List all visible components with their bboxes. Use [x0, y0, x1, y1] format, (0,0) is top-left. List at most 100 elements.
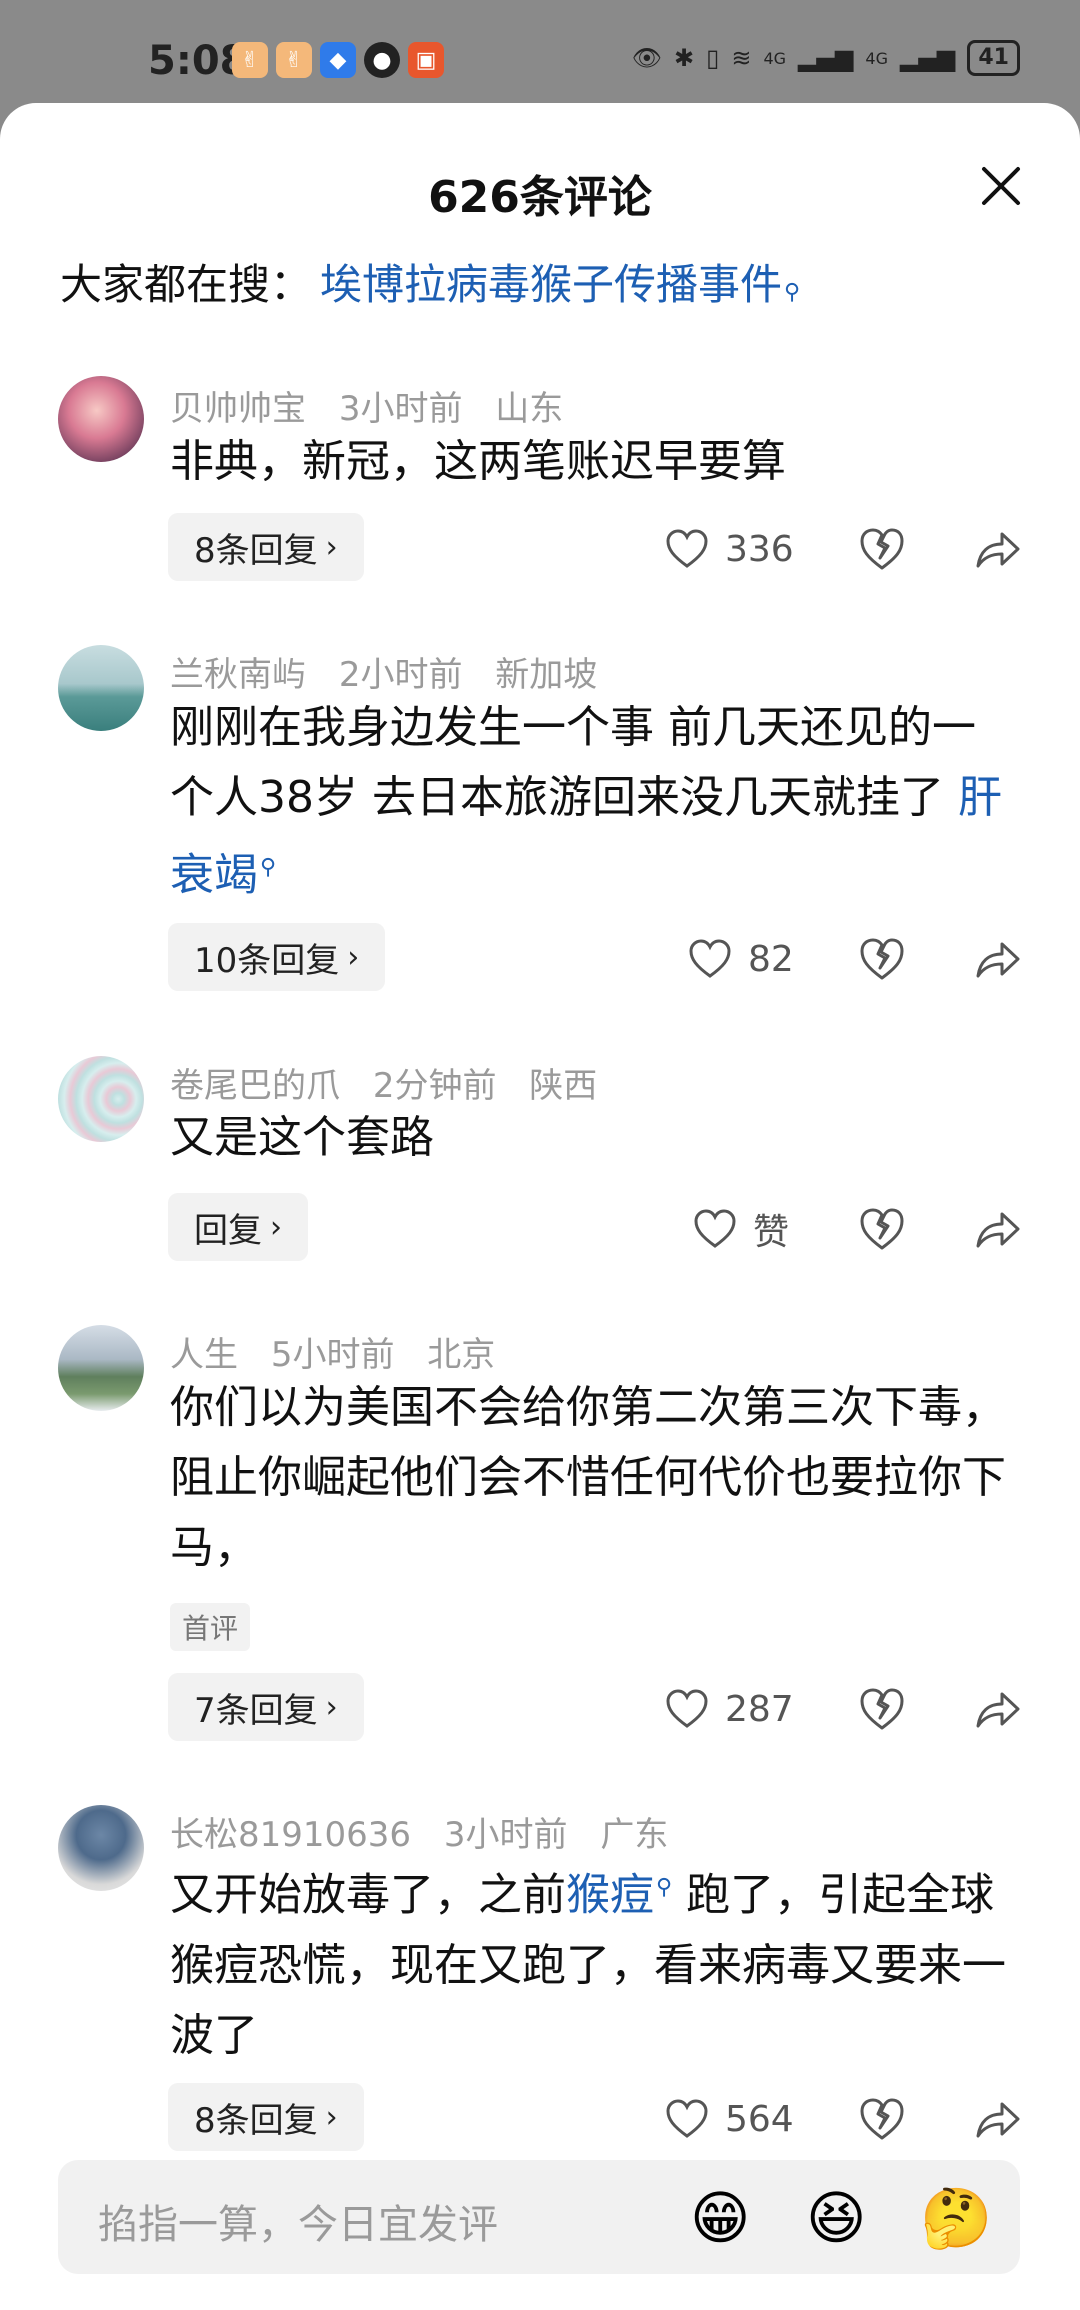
comment-input[interactable]: 掐指一算，今日宜发评 😁 😆 🤔	[58, 2160, 1020, 2274]
comment-text: 非典，新冠，这两笔账迟早要算	[170, 436, 786, 487]
heart-icon	[689, 939, 731, 978]
username[interactable]: 长松81910636	[170, 1815, 411, 1855]
dislike-icon[interactable]	[857, 524, 907, 574]
signal-icon: ▂▄▆	[798, 44, 854, 72]
close-icon[interactable]	[978, 163, 1024, 209]
like-count: 赞	[753, 1212, 790, 1253]
view-replies-button[interactable]: 10条回复 ›	[168, 923, 386, 991]
comment-meta: 贝帅帅宝 3小时前 山东	[170, 381, 585, 430]
like-button[interactable]: 82	[688, 929, 794, 989]
username[interactable]: 人生	[170, 1335, 238, 1375]
dislike-icon[interactable]	[857, 1684, 907, 1734]
avatar[interactable]	[58, 1325, 144, 1411]
bluetooth-icon: ✱	[674, 44, 695, 72]
share-icon[interactable]	[972, 1204, 1022, 1254]
replies-label: 8条回复	[194, 530, 318, 571]
laugh-emoji-icon[interactable]: 😆	[806, 2184, 866, 2252]
comment-text: 又开始放毒了，之前猴痘⚲ 跑了，引起全球猴痘恐慌，现在又跑了，看来病毒又要来一波…	[170, 1853, 1010, 2071]
chevron-right-icon: ›	[325, 1689, 338, 1725]
comment-time: 2分钟前	[372, 1066, 497, 1106]
replies-label: 10条回复	[194, 940, 340, 981]
comment-meta: 卷尾巴的爪 2分钟前 陕西	[170, 1058, 619, 1107]
avatar[interactable]	[58, 1805, 144, 1891]
hot-search-bar: 大家都在搜： 埃博拉病毒猴子传播事件 ⚲	[60, 251, 800, 312]
heart-icon	[666, 1689, 708, 1728]
status-bar: 5:08 ✌ ✌ ◆ ● ▣ 👁 ✱ ▯ ≋ 4G ▂▄▆ 4G ▂▄▆ 41	[0, 0, 1080, 110]
thinking-emoji-icon[interactable]: 🤔	[920, 2184, 992, 2253]
username[interactable]: 兰秋南屿	[170, 655, 306, 695]
like-count: 82	[748, 938, 794, 980]
shield-icon: ◆	[320, 42, 356, 78]
chevron-right-icon: ›	[325, 529, 338, 565]
comment-text: 你们以为美国不会给你第二次第三次下毒，阻止你崛起他们会不惜任何代价也要拉你下马，	[170, 1382, 1006, 1573]
wifi-icon: ≋	[731, 44, 752, 72]
like-button[interactable]: 564	[665, 2089, 794, 2149]
dislike-icon[interactable]	[857, 1204, 907, 1254]
chevron-right-icon: ›	[347, 939, 360, 975]
like-button[interactable]: 赞	[693, 1199, 789, 1259]
heart-icon	[694, 1209, 736, 1248]
comment-location: 广东	[600, 1815, 669, 1855]
comment-text-main: 又开始放毒了，之前	[170, 1869, 566, 1921]
comment-meta: 人生 5小时前 北京	[170, 1327, 517, 1376]
heart-icon	[666, 529, 708, 568]
dislike-icon[interactable]	[857, 2094, 907, 2144]
view-replies-button[interactable]: 8条回复 ›	[168, 513, 364, 581]
battery-indicator: 41	[967, 40, 1020, 76]
app-notification-icon: ✌	[276, 42, 312, 78]
status-app-icons: ✌ ✌ ◆ ● ▣	[232, 42, 444, 78]
comment-count-title: 626条评论	[428, 172, 652, 223]
keyword-link[interactable]: 猴痘	[566, 1870, 654, 1921]
input-placeholder: 掐指一算，今日宜发评	[98, 2202, 498, 2248]
signal-label-2: 4G	[865, 48, 888, 68]
comment-text-main: 刚刚在我身边发生一个事 前几天还见的一个人38岁 去日本旅游回来没几天就挂了	[170, 702, 976, 823]
avatar[interactable]	[58, 376, 144, 462]
eye-icon: 👁	[631, 44, 663, 72]
comment-time: 2小时前	[338, 655, 463, 695]
comment-text: 又是这个套路	[170, 1112, 434, 1163]
chevron-right-icon: ›	[325, 2099, 338, 2135]
like-button[interactable]: 287	[665, 1679, 794, 1739]
comment-time: 5小时前	[270, 1335, 395, 1375]
share-icon[interactable]	[972, 524, 1022, 574]
grin-emoji-icon[interactable]: 😁	[690, 2184, 750, 2252]
view-replies-button[interactable]: 7条回复 ›	[168, 1673, 364, 1741]
comment-meta: 兰秋南屿 2小时前 新加坡	[170, 647, 619, 696]
heart-icon	[666, 2099, 708, 2138]
hot-search-prefix: 大家都在搜：	[60, 260, 313, 309]
comment-location: 北京	[427, 1335, 496, 1375]
search-icon: ⚲	[784, 280, 801, 305]
comment-time: 3小时前	[338, 389, 463, 429]
comment-location: 陕西	[529, 1066, 598, 1106]
share-icon[interactable]	[972, 1684, 1022, 1734]
comment-time: 3小时前	[443, 1815, 568, 1855]
first-comment-badge: 首评	[170, 1603, 251, 1651]
like-button[interactable]: 336	[665, 519, 794, 579]
avatar[interactable]	[58, 1056, 144, 1142]
comments-sheet: 626条评论 大家都在搜： 埃博拉病毒猴子传播事件 ⚲ 贝帅帅宝 3小时前 山东…	[0, 103, 1080, 2310]
hot-search-link[interactable]: 埃博拉病毒猴子传播事件	[320, 251, 782, 312]
username[interactable]: 贝帅帅宝	[170, 389, 306, 429]
app-notification-icon: ▣	[408, 42, 444, 78]
comment-meta: 长松81910636 3小时前 广东	[170, 1807, 690, 1856]
avatar[interactable]	[58, 645, 144, 731]
search-icon: ⚲	[656, 1875, 673, 1900]
comment-location: 新加坡	[495, 655, 598, 695]
view-replies-button[interactable]: 8条回复 ›	[168, 2083, 364, 2151]
like-count: 287	[725, 1688, 794, 1730]
replies-label: 7条回复	[194, 1690, 318, 1731]
like-count: 564	[725, 2098, 794, 2140]
comment-location: 山东	[495, 389, 564, 429]
replies-label: 回复	[194, 1210, 262, 1251]
share-icon[interactable]	[972, 934, 1022, 984]
vibrate-icon: ▯	[706, 44, 720, 72]
reply-button[interactable]: 回复 ›	[168, 1193, 308, 1261]
dislike-icon[interactable]	[857, 934, 907, 984]
share-icon[interactable]	[972, 2094, 1022, 2144]
username[interactable]: 卷尾巴的爪	[170, 1066, 340, 1106]
comment-text: 刚刚在我身边发生一个事 前几天还见的一个人38岁 去日本旅游回来没几天就挂了 肝…	[170, 693, 1010, 911]
app-notification-icon: ✌	[232, 42, 268, 78]
signal-icon: ▂▄▆	[900, 44, 956, 72]
replies-label: 8条回复	[194, 2100, 318, 2141]
message-app-icon: ●	[364, 42, 400, 78]
